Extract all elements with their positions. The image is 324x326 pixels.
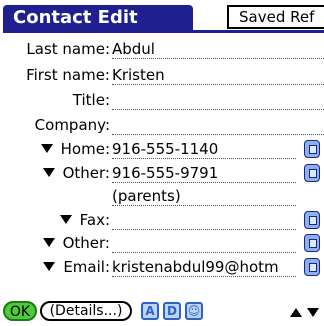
address-book-icon[interactable]: A: [141, 302, 159, 320]
note-icon[interactable]: [304, 234, 320, 252]
other-phone-field[interactable]: 916-555-9791: [112, 163, 296, 183]
title-bar: Contact Edit Saved Ref: [0, 0, 324, 33]
note-icon[interactable]: [304, 164, 320, 182]
email-type-selector[interactable]: Email:: [43, 257, 110, 277]
smiley-icon[interactable]: ☺: [185, 302, 203, 320]
note-icon[interactable]: [304, 140, 320, 158]
note-icon[interactable]: [304, 258, 320, 276]
title-label: Title:: [72, 91, 110, 109]
other2-type-selector[interactable]: Other:: [42, 233, 110, 253]
row-other-phone-continued: (parents): [0, 184, 324, 208]
other2-label: Other:: [62, 234, 110, 252]
home-phone-label: Home:: [60, 140, 110, 158]
home-phone-field[interactable]: 916-555-1140: [112, 139, 296, 159]
note-icon[interactable]: [304, 211, 320, 229]
company-field[interactable]: [112, 115, 324, 135]
fax-label: Fax:: [79, 211, 110, 229]
contact-form: Last name: Abdul First name: Kristen Tit…: [0, 33, 324, 293]
row-other-phone: Other: 916-555-9791: [0, 161, 324, 185]
email-label: Email:: [63, 258, 110, 276]
row-title: Title:: [0, 88, 324, 112]
home-phone-type-selector[interactable]: Home:: [40, 139, 110, 159]
row-company: Company:: [0, 113, 324, 137]
details-button[interactable]: (Details...): [40, 301, 132, 321]
other2-field[interactable]: [112, 233, 296, 253]
last-name-field[interactable]: Abdul: [112, 39, 324, 59]
other-phone-type-selector[interactable]: Other:: [42, 163, 110, 183]
document-icon[interactable]: D: [163, 302, 181, 320]
first-name-field[interactable]: Kristen: [112, 65, 324, 85]
scroll-up-icon[interactable]: [290, 308, 302, 317]
saved-ref-button[interactable]: Saved Ref: [227, 5, 324, 29]
chevron-down-icon: [40, 144, 53, 153]
row-email: Email: kristenabdul99@hotm: [0, 255, 324, 279]
chevron-down-icon: [59, 215, 72, 224]
other-phone-label: Other:: [62, 164, 110, 182]
scroll-down-icon[interactable]: [307, 308, 319, 317]
row-fax: Fax:: [0, 208, 324, 232]
row-other-2: Other:: [0, 231, 324, 255]
form-title: Contact Edit: [3, 5, 193, 31]
ok-button[interactable]: OK: [3, 301, 37, 321]
title-field[interactable]: [112, 90, 324, 110]
other-phone-field-line2[interactable]: (parents): [112, 186, 296, 206]
row-home-phone: Home: 916-555-1140: [0, 137, 324, 161]
company-label: Company:: [34, 116, 110, 134]
chevron-down-icon: [43, 262, 56, 271]
chevron-down-icon: [42, 238, 55, 247]
first-name-label: First name:: [26, 66, 110, 84]
fax-field[interactable]: [112, 210, 296, 230]
row-first-name: First name: Kristen: [0, 63, 324, 87]
last-name-label: Last name:: [26, 40, 110, 58]
email-field[interactable]: kristenabdul99@hotm: [112, 257, 296, 277]
row-last-name: Last name: Abdul: [0, 37, 324, 61]
chevron-down-icon: [42, 168, 55, 177]
command-bar: OK (Details...) A D ☺: [0, 296, 324, 326]
fax-type-selector[interactable]: Fax:: [59, 210, 110, 230]
